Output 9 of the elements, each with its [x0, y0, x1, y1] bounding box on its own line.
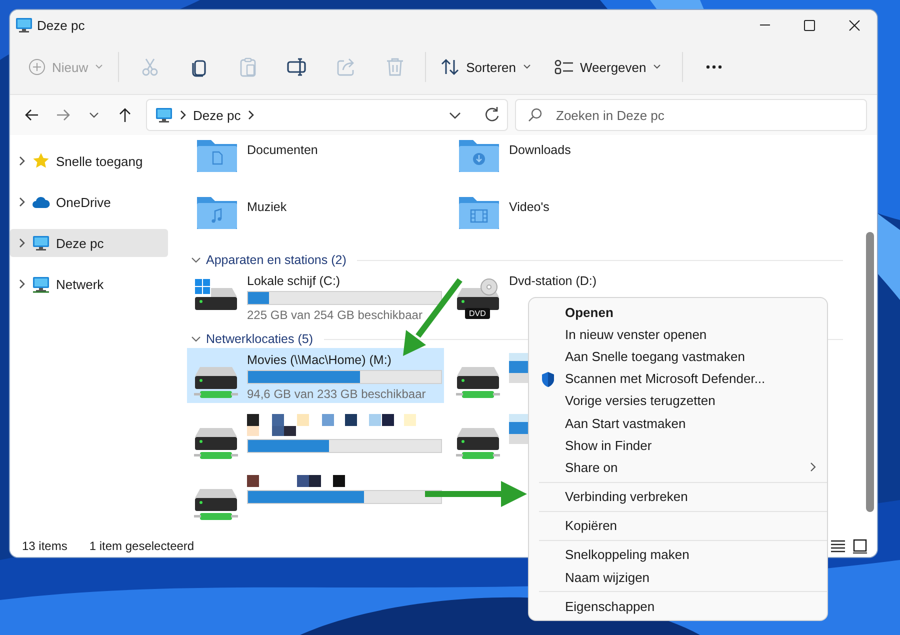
free-space-label: 225 GB van 254 GB beschikbaar	[247, 308, 424, 322]
drive-name: Dvd-station (D:)	[509, 274, 598, 288]
free-space-label: 94,6 GB van 233 GB beschikbaar	[247, 387, 427, 401]
window-title: Deze pc	[37, 18, 85, 32]
dvd-label: DVD	[465, 308, 490, 319]
drive-name: Movies (\\Mac\Home) (M:)	[247, 353, 392, 367]
selection-count: 1 item geselecteerd	[89, 539, 194, 553]
drive-name: Lokale schijf (C:)	[247, 274, 342, 288]
item-count: 13 items	[22, 539, 68, 553]
